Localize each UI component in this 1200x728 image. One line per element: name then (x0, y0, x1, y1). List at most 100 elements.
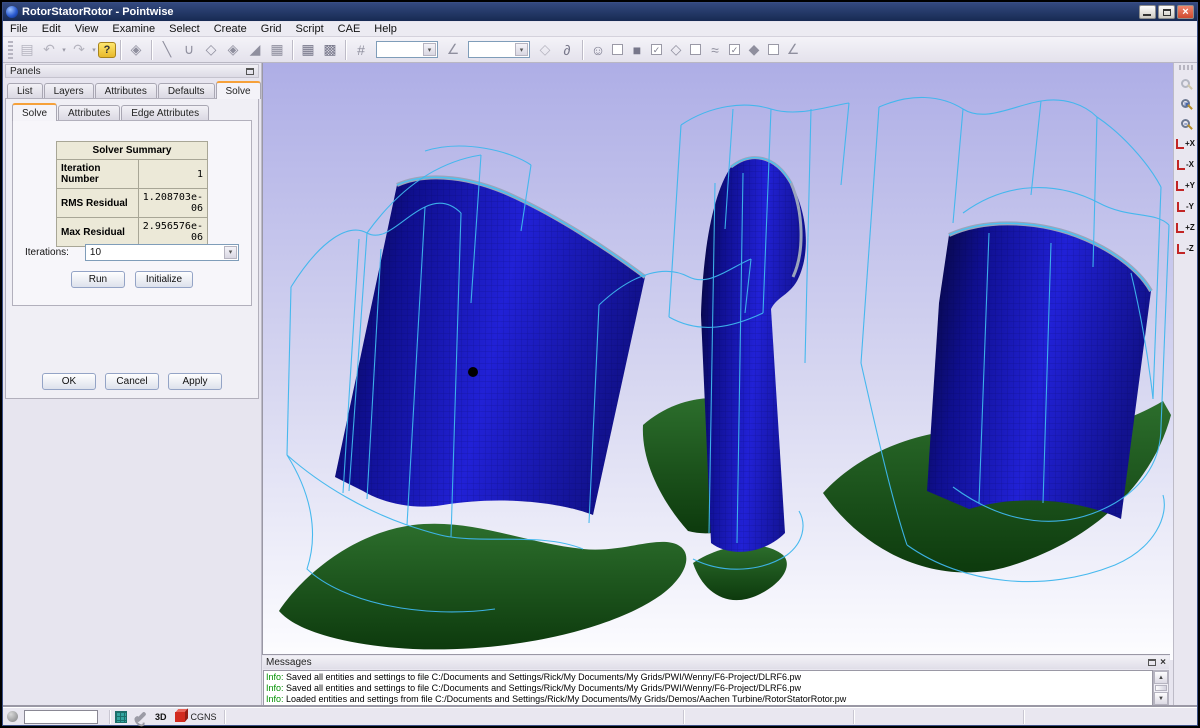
scroll-up-icon[interactable]: ▲ (1154, 671, 1168, 684)
panels-dock-titlebar[interactable]: Panels (5, 64, 259, 78)
close-button[interactable]: × (1177, 5, 1194, 19)
layer-stack-icon: ◈ (131, 41, 142, 58)
menu-select[interactable]: Select (162, 22, 207, 36)
create-block-button[interactable]: ▦ (266, 39, 288, 61)
run-button[interactable]: Run (71, 271, 125, 288)
minimize-button[interactable] (1139, 5, 1156, 19)
spacing-combobox[interactable]: ▾ (468, 41, 530, 58)
show-blocks-checkbox[interactable] (612, 44, 623, 55)
check-icon: ✓ (731, 45, 739, 55)
tab-list[interactable]: List (7, 83, 43, 99)
scrollbar-thumb[interactable] (1155, 685, 1167, 691)
menu-cae[interactable]: CAE (331, 22, 368, 36)
show-spacings-button[interactable]: ∠ (782, 39, 804, 61)
view-minus-x-button[interactable]: -X (1175, 154, 1197, 175)
unstructured-grid-button[interactable]: ▩ (319, 39, 341, 61)
chevron-down-icon[interactable]: ▾ (224, 246, 237, 259)
chevron-down-icon[interactable]: ▾ (423, 43, 436, 56)
create-connector-button[interactable]: ╲ (156, 39, 178, 61)
tab-attributes[interactable]: Attributes (95, 83, 157, 99)
list-item: Info: Saved all entities and settings to… (266, 672, 1150, 683)
show-domains-checkbox[interactable]: ✓ (651, 44, 662, 55)
apply-button[interactable]: Apply (168, 373, 222, 390)
menu-grid[interactable]: Grid (254, 22, 289, 36)
menu-edit[interactable]: Edit (35, 22, 68, 36)
menu-view[interactable]: View (68, 22, 106, 36)
redo-dropdown[interactable]: ▾ (90, 46, 98, 54)
chevron-down-icon[interactable]: ▾ (515, 43, 528, 56)
toolbar-handle[interactable] (1179, 65, 1193, 70)
menu-create[interactable]: Create (207, 22, 254, 36)
show-blocks-button[interactable]: ■ (626, 39, 648, 61)
create-domain-button[interactable]: ◇ (200, 39, 222, 61)
float-panel-icon[interactable] (1148, 659, 1156, 666)
help-icon: ? (104, 44, 111, 56)
tab-label: Layers (54, 86, 84, 97)
zoom-actual-button[interactable]: = (1176, 113, 1196, 133)
zoom-button[interactable] (1176, 73, 1196, 93)
show-sources-button[interactable]: ◆ (743, 39, 765, 61)
dimension-button[interactable]: # (350, 39, 372, 61)
zoom-to-fit-button[interactable]: ▣ (1176, 93, 1196, 113)
solve-inner-page: Solver Summary Iteration Number 1 RMS Re… (12, 120, 252, 306)
view-toolbar: ▣ = +X -X +Y -Y +Z -Z (1173, 63, 1197, 707)
view-plus-y-button[interactable]: +Y (1175, 175, 1197, 196)
menu-script[interactable]: Script (289, 22, 331, 36)
status-segment (1023, 710, 1193, 724)
panels-dock: Panels List Layers Attributes Defaults S… (3, 63, 262, 707)
selected-point-marker[interactable] (468, 367, 478, 377)
view-plus-z-button[interactable]: +Z (1175, 217, 1197, 238)
view-minus-y-button[interactable]: -Y (1175, 196, 1197, 217)
layer-stack-button[interactable]: ◈ (125, 39, 147, 61)
tab-label: Solve (22, 108, 47, 119)
display-viewport[interactable] (262, 63, 1176, 660)
structured-grid-button[interactable]: ▦ (297, 39, 319, 61)
messages-titlebar[interactable]: Messages × (263, 656, 1169, 669)
tab-defaults[interactable]: Defaults (158, 83, 215, 99)
derivative-button[interactable]: ∂ (556, 39, 578, 61)
initialize-button[interactable]: Initialize (135, 271, 193, 288)
show-domains-button[interactable]: ◇ (665, 39, 687, 61)
tab-solve-inner[interactable]: Solve (12, 103, 57, 121)
redo-button[interactable]: ↷ (68, 39, 90, 61)
create-structured-domain-button[interactable]: ◈ (222, 39, 244, 61)
assemble-domain-button[interactable]: ◇ (534, 39, 556, 61)
view-plus-x-button[interactable]: +X (1175, 133, 1197, 154)
cancel-button[interactable]: Cancel (105, 373, 159, 390)
help-button[interactable]: ? (98, 42, 116, 58)
save-button[interactable]: ▤ (16, 39, 38, 61)
menu-help[interactable]: Help (367, 22, 404, 36)
ok-button[interactable]: OK (42, 373, 96, 390)
tab-attributes-inner[interactable]: Attributes (58, 105, 120, 121)
tab-layers[interactable]: Layers (44, 83, 94, 99)
dimension-combobox[interactable]: ▾ (376, 41, 438, 58)
messages-list[interactable]: Info: Saved all entities and settings to… (263, 670, 1153, 706)
menu-file[interactable]: File (3, 22, 35, 36)
examine-mask-button[interactable]: ☺ (587, 39, 609, 61)
axis-icon (1176, 139, 1184, 149)
undo-dropdown[interactable]: ▾ (60, 46, 68, 54)
message-text: Loaded entities and settings from file C… (284, 694, 847, 704)
messages-scrollbar[interactable]: ▲ ▼ (1153, 670, 1169, 706)
create-curve-icon: ∪ (184, 41, 194, 58)
iterations-combobox[interactable]: 10 ▾ (85, 244, 239, 261)
close-icon[interactable]: × (1160, 658, 1166, 668)
tab-solve[interactable]: Solve (216, 81, 261, 99)
menu-examine[interactable]: Examine (105, 22, 162, 36)
info-badge: Info: (266, 683, 284, 693)
show-connectors-button[interactable]: ≈ (704, 39, 726, 61)
undo-button[interactable]: ↶ (38, 39, 60, 61)
spacing-button[interactable]: ∠ (442, 39, 464, 61)
scroll-down-icon[interactable]: ▼ (1154, 692, 1168, 705)
toolbar-handle[interactable] (8, 41, 13, 59)
tab-edge-attributes[interactable]: Edge Attributes (121, 105, 209, 121)
show-connectors-checkbox[interactable] (690, 44, 701, 55)
create-curve-button[interactable]: ∪ (178, 39, 200, 61)
menu-bar: File Edit View Examine Select Create Gri… (3, 22, 1197, 37)
show-spacings-checkbox[interactable] (768, 44, 779, 55)
create-extrude-button[interactable]: ◢ (244, 39, 266, 61)
show-sources-checkbox[interactable]: ✓ (729, 44, 740, 55)
float-panel-icon[interactable] (246, 68, 254, 75)
view-minus-z-button[interactable]: -Z (1175, 238, 1197, 259)
restore-button[interactable] (1158, 5, 1175, 19)
